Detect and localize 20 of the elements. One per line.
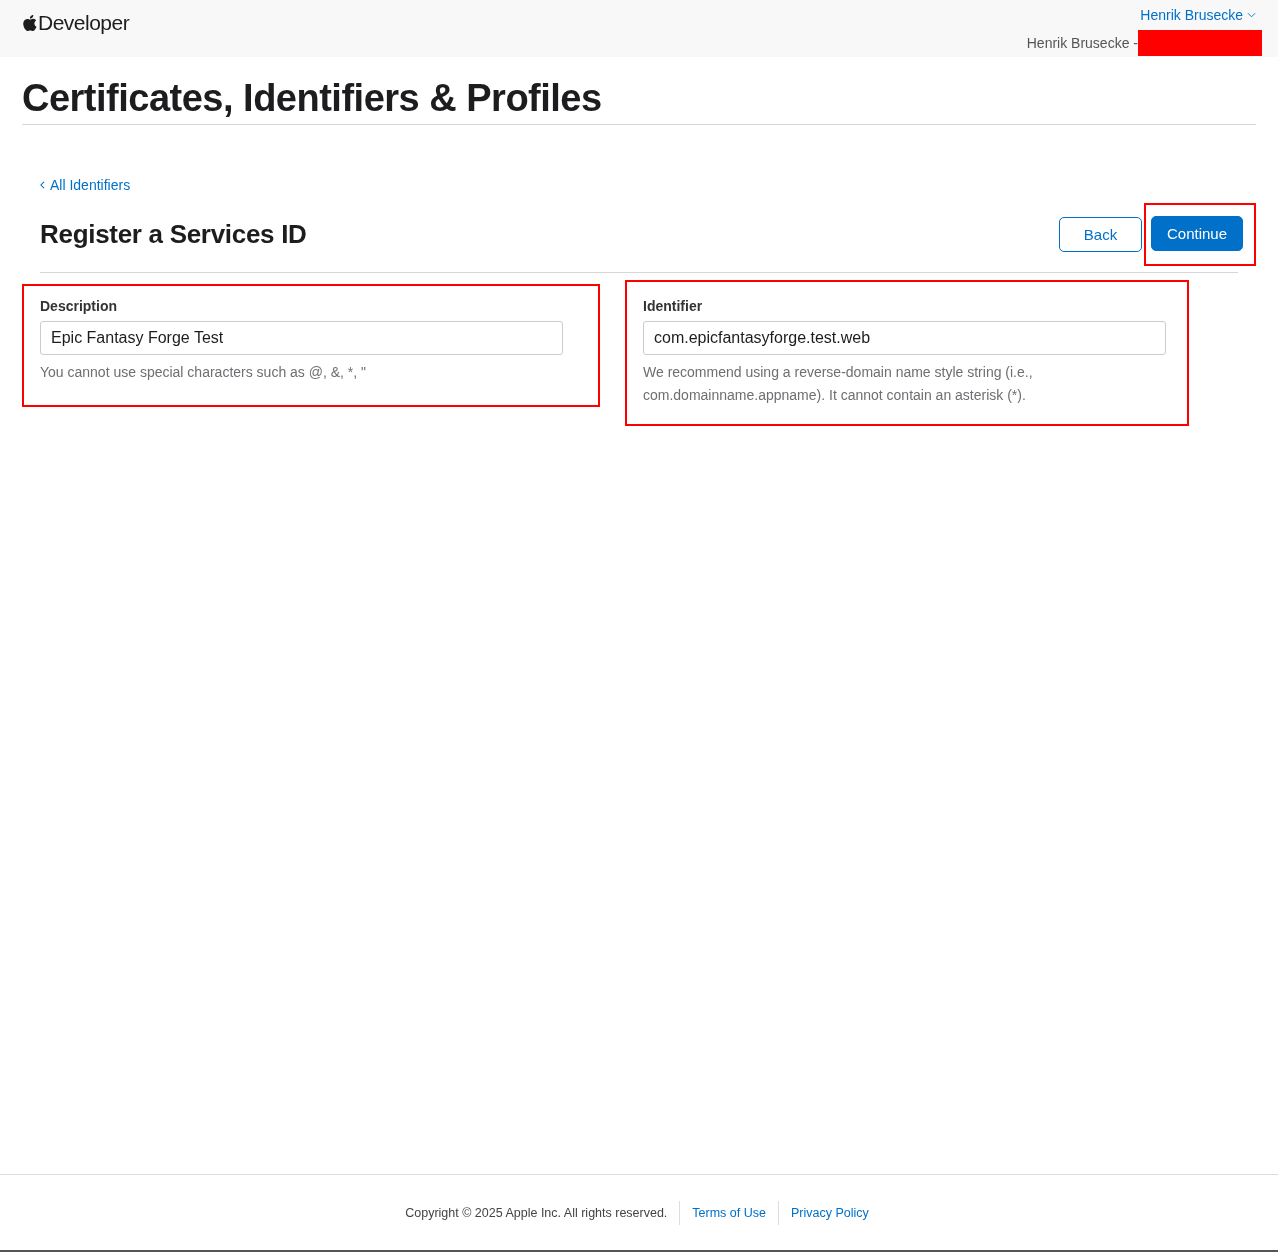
chevron-down-icon bbox=[1247, 12, 1256, 18]
footer-link[interactable]: Privacy Policy bbox=[778, 1200, 881, 1225]
hint-text: You cannot use special characters such as @, &, *, " bbox=[40, 363, 368, 382]
footer-link[interactable]: Terms of Use bbox=[679, 1200, 778, 1225]
section-heading: Register a Services ID bbox=[40, 219, 307, 250]
team-name: Henrik Brusecke - bbox=[1026, 34, 1138, 53]
apple-logo-icon bbox=[22, 14, 37, 32]
page-title: Certificates, Identifiers & Profiles bbox=[22, 57, 1256, 125]
logo-text[interactable]: Developer bbox=[38, 11, 130, 35]
chevron-left-icon bbox=[40, 181, 45, 189]
continue-button[interactable]: Continue bbox=[1151, 216, 1243, 251]
account-menu[interactable]: Henrik Brusecke bbox=[1140, 6, 1256, 24]
input-field[interactable]: com.epicfantasyforge.test.web bbox=[643, 321, 1166, 355]
back-link[interactable]: All Identifiers bbox=[40, 177, 131, 193]
back-button[interactable]: Back bbox=[1059, 217, 1142, 252]
hint-text: We recommend using a reverse-domain name style string (i.e., com.domainname.appname). It cannot contain an asterisk (*). bbox=[643, 363, 1034, 405]
input-field[interactable]: Epic Fantasy Forge Test bbox=[40, 321, 563, 355]
field-label: Description bbox=[40, 298, 118, 314]
copyright-text: Copyright © 2025 Apple Inc. All rights reserved. bbox=[405, 1205, 669, 1220]
field-label: Identifier bbox=[643, 298, 704, 314]
